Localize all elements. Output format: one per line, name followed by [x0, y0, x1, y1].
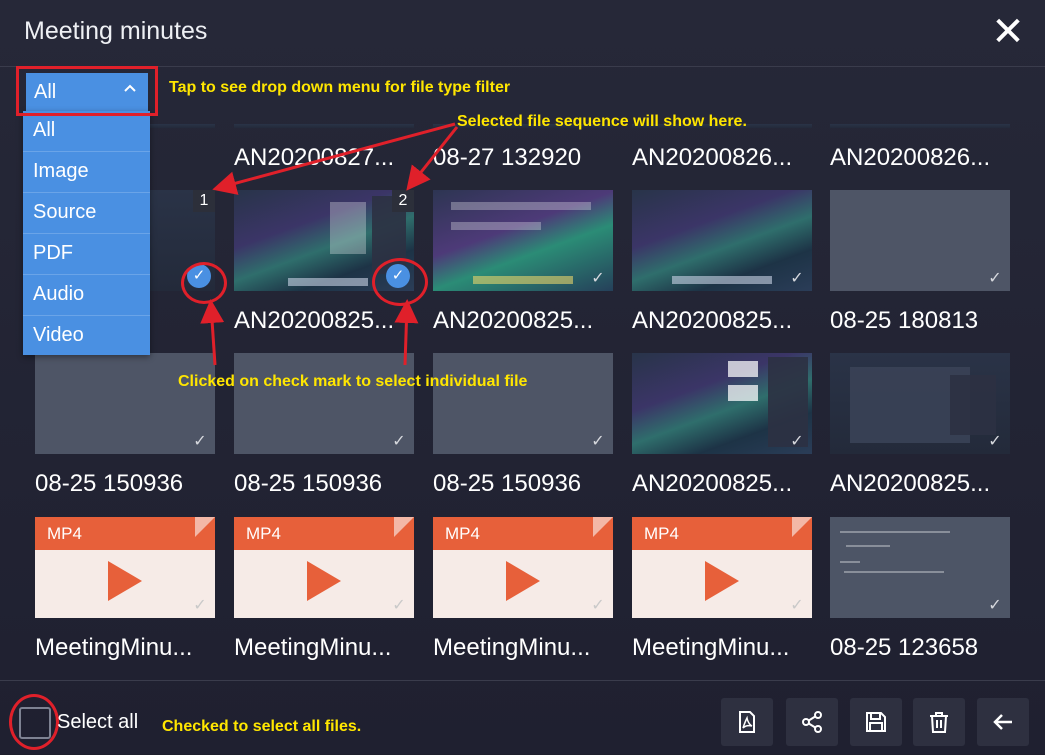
- arrow-to-sequence-1: [212, 122, 456, 195]
- annotation-arrows: [200, 122, 459, 366]
- back-button[interactable]: [977, 698, 1029, 746]
- share-button[interactable]: [786, 698, 838, 746]
- share-icon: [802, 711, 822, 733]
- arrow-to-check-2: [394, 299, 419, 366]
- export-pdf-button[interactable]: [721, 698, 773, 746]
- save-icon: [866, 712, 886, 732]
- meeting-minutes-window: Meeting minutes ✕ ...827... AN20200827..…: [0, 0, 1045, 754]
- delete-button[interactable]: [913, 698, 965, 746]
- annotation-select-all-hint: Checked to select all files.: [162, 718, 362, 735]
- pdf-icon: [739, 711, 755, 733]
- back-arrow-icon: [993, 714, 1012, 730]
- select-all-label: Select all: [57, 711, 139, 733]
- save-button[interactable]: [850, 698, 902, 746]
- trash-icon: [930, 712, 948, 733]
- arrow-to-check-1: [200, 299, 225, 366]
- select-all-highlight-circle: [9, 694, 59, 750]
- arrow-to-sequence-2: [406, 126, 459, 191]
